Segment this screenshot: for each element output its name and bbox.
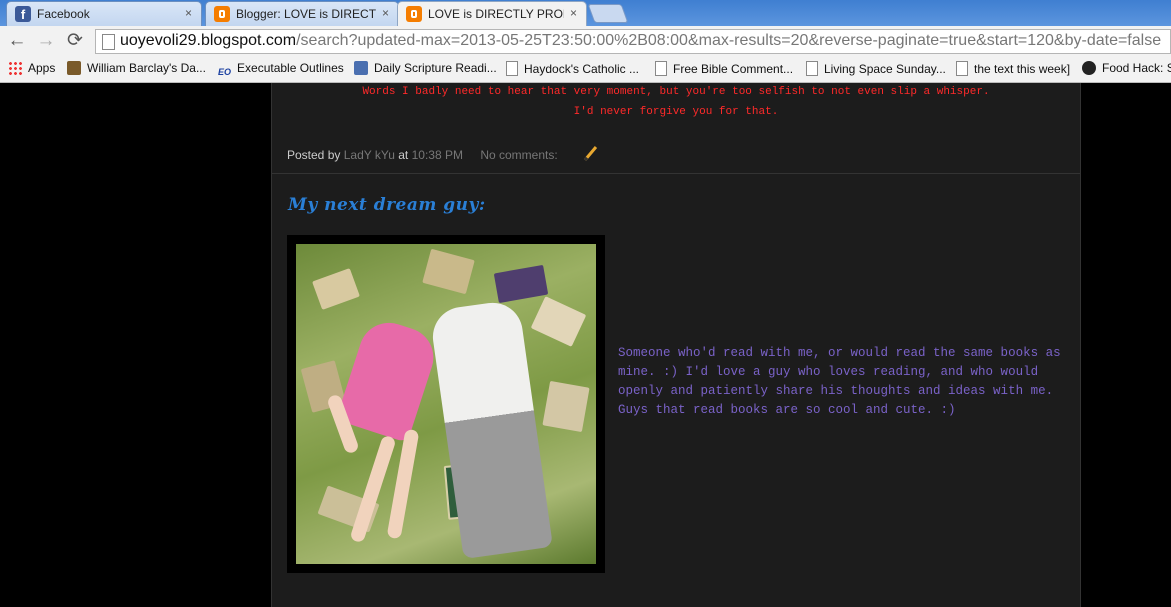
bookmark-label: Food Hack: S: [1102, 61, 1171, 75]
girl-figure: [335, 315, 442, 443]
facebook-icon: f: [15, 6, 31, 22]
post-body: Someone who'd read with me, or would rea…: [618, 346, 1061, 417]
tab-blogger[interactable]: Blogger: LOVE is DIRECTLY ×: [205, 1, 399, 26]
post-image[interactable]: [296, 244, 596, 564]
page-icon: [806, 61, 818, 76]
post-image-frame: [287, 235, 605, 573]
post-footer: Posted by LadY kYu at 10:38 PM No commen…: [287, 145, 598, 162]
tab-facebook[interactable]: f Facebook ×: [6, 1, 202, 26]
address-bar[interactable]: uoyevoli29.blogspot.com/search?updated-m…: [95, 29, 1171, 54]
book-shape: [542, 380, 590, 433]
book-shape: [312, 268, 360, 310]
bookmark-william-barclay[interactable]: William Barclay's Da...: [67, 61, 206, 75]
page-icon: [506, 61, 518, 76]
post-divider: [272, 173, 1080, 174]
browser-toolbar: ← → ⟳ uoyevoli29.blogspot.com/search?upd…: [0, 26, 1171, 58]
apps-icon: [8, 61, 22, 75]
bookmark-label: the text this week]: [974, 62, 1071, 76]
bookmark-label: Executable Outlines: [237, 61, 344, 75]
tab-strip: f Facebook × Blogger: LOVE is DIRECTLY ×…: [0, 0, 1171, 26]
post-title[interactable]: My next dream guy:: [288, 195, 486, 215]
at-label: at: [398, 148, 409, 162]
bookmark-food-hack[interactable]: Food Hack: S: [1082, 61, 1171, 75]
film-icon: [1082, 61, 1096, 75]
page-viewport: Words I badly need to hear that very mom…: [0, 83, 1171, 607]
previous-post-text-line: I'd never forgive you for that.: [573, 106, 779, 118]
book-shape: [493, 264, 549, 304]
bookmark-daily-scripture[interactable]: Daily Scripture Readi...: [354, 61, 497, 75]
book-icon: [67, 61, 81, 75]
eo-icon: EO: [218, 67, 232, 77]
blogger-icon: [406, 6, 422, 22]
bookmark-apps[interactable]: Apps: [8, 61, 55, 75]
posted-by-label: Posted by: [287, 148, 341, 162]
author-link[interactable]: LadY kYu: [344, 148, 395, 162]
boy-figure: [429, 298, 553, 560]
url-path: /search?updated-max=2013-05-25T23:50:00%…: [296, 32, 1162, 49]
book-shape: [530, 296, 587, 347]
blog-main-column: Words I badly need to hear that very mom…: [271, 83, 1081, 607]
bookmark-free-bible-commentary[interactable]: Free Bible Comment...: [655, 61, 793, 76]
tab-love-directly[interactable]: LOVE is DIRECTLY PROPO ×: [397, 1, 587, 26]
page-icon: [102, 34, 115, 50]
bookmark-label: Living Space Sunday...: [824, 62, 946, 76]
timestamp-link[interactable]: 10:38 PM: [412, 148, 463, 162]
close-icon[interactable]: ×: [382, 6, 389, 20]
forward-icon[interactable]: →: [35, 30, 57, 52]
bookmark-text-this-week[interactable]: the text this week]: [956, 61, 1070, 76]
bookmark-label: William Barclay's Da...: [87, 61, 206, 75]
bookmarks-bar: Apps William Barclay's Da... EO Executabl…: [0, 57, 1171, 83]
edit-pencil-icon[interactable]: [583, 146, 598, 161]
reload-icon[interactable]: ⟳: [64, 30, 86, 52]
page-icon: [655, 61, 667, 76]
bookmark-living-space-sunday[interactable]: Living Space Sunday...: [806, 61, 946, 76]
close-icon[interactable]: ×: [570, 6, 577, 20]
blogger-icon: [214, 6, 230, 22]
bookmark-label: Apps: [28, 61, 56, 75]
comments-link[interactable]: No comments:: [480, 148, 557, 162]
previous-post-text-line: Words I badly need to hear that very mom…: [362, 86, 990, 98]
page-icon: [956, 61, 968, 76]
close-icon[interactable]: ×: [185, 6, 192, 20]
back-icon[interactable]: ←: [6, 30, 28, 52]
tab-title: Blogger: LOVE is DIRECTLY: [236, 7, 376, 21]
bookmark-label: Free Bible Comment...: [673, 62, 794, 76]
scripture-icon: [354, 61, 368, 75]
new-tab-button[interactable]: [587, 4, 629, 23]
bookmark-label: Daily Scripture Readi...: [374, 61, 497, 75]
tab-title: Facebook: [37, 7, 90, 21]
bookmark-executable-outlines[interactable]: EO Executable Outlines: [218, 61, 344, 77]
bookmark-haydocks-catholic[interactable]: Haydock's Catholic ...: [506, 61, 639, 76]
book-shape: [422, 248, 475, 295]
bookmark-label: Haydock's Catholic ...: [524, 62, 640, 76]
url-host: uoyevoli29.blogspot.com: [120, 32, 297, 49]
url-text[interactable]: uoyevoli29.blogspot.com/search?updated-m…: [120, 32, 1161, 50]
tab-title: LOVE is DIRECTLY PROPO: [428, 7, 564, 21]
